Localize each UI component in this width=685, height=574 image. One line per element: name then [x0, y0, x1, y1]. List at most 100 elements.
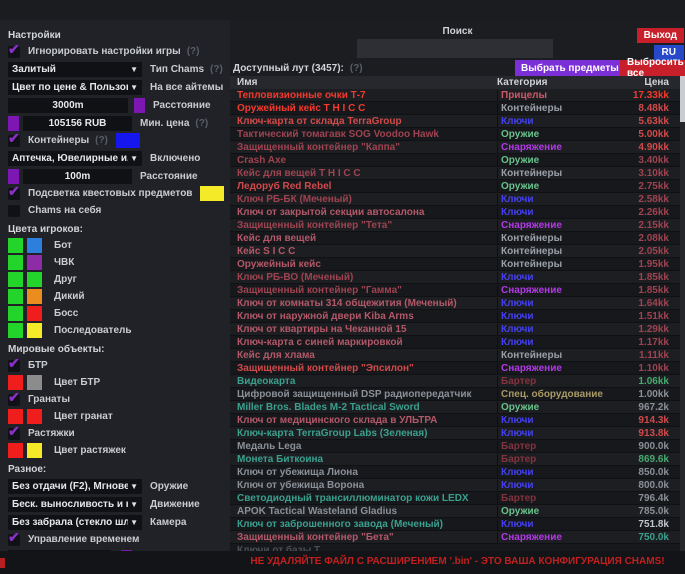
table-row[interactable]: Защищенный контейнер "Каппа" Снаряжение … [230, 141, 680, 154]
table-row[interactable]: Ключ от квартиры на Чеканной 15 Ключи 1.… [230, 323, 680, 336]
table-row[interactable]: APOK Tactical Wasteland Gladius Оружие 7… [230, 505, 680, 518]
min-price-row: 105156 RUB Мин. цена (?) [8, 114, 222, 132]
table-row[interactable]: Ключ от закрытой секции автосалона Ключи… [230, 206, 680, 219]
table-row[interactable]: Защищенный контейнер "Бета" Снаряжение 7… [230, 531, 680, 544]
help-icon[interactable]: (?) [195, 118, 208, 129]
quest-highlight-color-swatch[interactable] [200, 186, 224, 201]
table-row[interactable]: Ключ от убежища Ворона Ключи 800.0k [230, 479, 680, 492]
color-swatch[interactable] [8, 289, 23, 304]
table-row[interactable]: Ключ от заброшенного завода (Меченый) Кл… [230, 518, 680, 531]
player-color-row-friend: Друг [8, 271, 222, 288]
table-row[interactable]: Кейс S I C C Контейнеры 2.05kk [230, 245, 680, 258]
weapon-label: Оружие [150, 481, 188, 492]
color-swatch[interactable] [27, 238, 42, 253]
chams-type-dropdown[interactable]: Залитый ▼ [8, 62, 142, 77]
grenades-checkbox[interactable] [8, 394, 20, 406]
table-row[interactable]: Ключ от убежища Лиона Ключи 850.0k [230, 466, 680, 479]
table-row[interactable]: Кейс для хлама Контейнеры 1.11kk [230, 349, 680, 362]
containers-checkbox[interactable] [8, 135, 20, 147]
loot-distance-row: 100m Расстояние [8, 167, 222, 185]
table-row[interactable]: Оружейный кейс Контейнеры 1.95kk [230, 258, 680, 271]
column-header-price[interactable]: Цена [607, 77, 669, 88]
scrollbar-thumb[interactable] [680, 76, 685, 122]
exit-button[interactable]: Выход [637, 28, 684, 43]
color-swatch[interactable] [8, 238, 23, 253]
table-row[interactable]: Видеокарта Бартер 1.06kk [230, 375, 680, 388]
color-swatch[interactable] [8, 272, 23, 287]
color-swatch[interactable] [27, 409, 42, 424]
item-name: Кейс для вещей [230, 233, 497, 244]
table-row[interactable]: Ключ-карта с синей маркировкой Ключи 1.1… [230, 336, 680, 349]
drop-all-button[interactable]: Выбросить все [620, 60, 685, 76]
table-row[interactable]: Защищенный контейнер "Эпсилон" Снаряжени… [230, 362, 680, 375]
loot-table-scrollbar[interactable] [680, 76, 685, 551]
color-swatch[interactable] [8, 323, 23, 338]
quest-highlight-checkbox[interactable] [8, 188, 20, 200]
movement-dropdown[interactable]: Беск. выносливость и нет уста ▼ [8, 497, 142, 512]
item-price: 2.58kk [607, 194, 669, 205]
item-category: Ключи [497, 519, 607, 530]
table-row[interactable]: Ключ РБ-БК (Меченый) Ключи 2.58kk [230, 193, 680, 206]
table-row[interactable]: Ключ от медицинского склада в УЛЬТРА Клю… [230, 414, 680, 427]
table-row[interactable]: Тепловизионные очки Т-7 Прицелы 17.33kk [230, 89, 680, 102]
table-row[interactable]: Защищенный контейнер "Гамма" Снаряжение … [230, 284, 680, 297]
item-category: Контейнеры [497, 350, 607, 361]
table-row[interactable]: Тактический томагавк SOG Voodoo Hawk Ору… [230, 128, 680, 141]
table-row[interactable]: Цифровой защищенный DSP радиопередатчик … [230, 388, 680, 401]
search-input[interactable] [357, 39, 553, 58]
color-swatch[interactable] [27, 255, 42, 270]
tripwires-checkbox[interactable] [8, 428, 20, 440]
loot-filter-dropdown[interactable]: Аптечка, Ювелирные и... ▼ [8, 151, 142, 166]
color-swatch[interactable] [27, 323, 42, 338]
table-row[interactable]: Ключ от комнаты 314 общежития (Меченый) … [230, 297, 680, 310]
loot-distance-label: Расстояние [140, 171, 198, 182]
table-row[interactable]: Miller Bros. Blades M-2 Tactical Sword О… [230, 401, 680, 414]
color-swatch[interactable] [27, 306, 42, 321]
color-swatch[interactable] [8, 306, 23, 321]
table-row[interactable]: Медаль Lega Бартер 900.0k [230, 440, 680, 453]
containers-color-swatch[interactable] [116, 133, 140, 148]
help-icon[interactable]: (?) [350, 63, 363, 74]
table-row[interactable]: Ключ РБ-ВО (Меченый) Ключи 1.85kk [230, 271, 680, 284]
table-row[interactable]: Ключ-карта TerraGroup Labs (Зеленая) Клю… [230, 427, 680, 440]
btr-checkbox[interactable] [8, 360, 20, 372]
item-category: Спец. оборудование [497, 389, 607, 400]
table-row[interactable]: Монета Биткоина Бартер 869.6k [230, 453, 680, 466]
chams-distance-input[interactable]: 3000m [8, 98, 128, 113]
loot-distance-color-swatch[interactable] [8, 169, 19, 184]
ignore-game-settings-checkbox[interactable] [8, 46, 20, 58]
loot-distance-input[interactable]: 100m [23, 169, 132, 184]
min-price-color-swatch[interactable] [8, 116, 19, 131]
chams-self-checkbox[interactable] [8, 205, 20, 217]
time-control-checkbox[interactable] [8, 534, 20, 546]
color-swatch[interactable] [27, 375, 42, 390]
camera-dropdown[interactable]: Без забрала (стекло шлема) ▼ [8, 515, 142, 530]
table-row[interactable]: Ключ от наружной двери Kiba Arms Ключи 1… [230, 310, 680, 323]
help-icon[interactable]: (?) [95, 135, 108, 146]
color-swatch[interactable] [27, 289, 42, 304]
weapon-dropdown[interactable]: Без отдачи (F2), Мгновенное п ▼ [8, 479, 142, 494]
color-swatch[interactable] [27, 443, 42, 458]
color-swatch[interactable] [8, 443, 23, 458]
help-icon[interactable]: (?) [210, 64, 223, 75]
min-price-input[interactable]: 105156 RUB [23, 116, 132, 131]
item-category: Бартер [497, 441, 607, 452]
table-row[interactable]: Ключ-карта от склада TerraGroup Ключи 5.… [230, 115, 680, 128]
table-row[interactable]: Оружейный кейс T H I C C Контейнеры 8.48… [230, 102, 680, 115]
column-header-category[interactable]: Категория [497, 77, 607, 88]
color-swatch[interactable] [8, 255, 23, 270]
help-icon[interactable]: (?) [187, 46, 200, 57]
table-row[interactable]: Защищенный контейнер "Тета" Снаряжение 2… [230, 219, 680, 232]
price-color-mode-dropdown[interactable]: Цвет по цене & Пользователь ▼ [8, 80, 142, 95]
table-row[interactable]: Кейс для вещей T H I C C Контейнеры 3.10… [230, 167, 680, 180]
table-row[interactable]: Светодиодный трансиллюминатор кожи LEDX … [230, 492, 680, 505]
chams-distance-color-swatch[interactable] [134, 98, 145, 113]
color-swatch[interactable] [27, 272, 42, 287]
column-header-name[interactable]: Имя [230, 77, 497, 88]
min-price-label: Мин. цена [140, 118, 189, 129]
table-row[interactable]: Кейс для вещей Контейнеры 2.08kk [230, 232, 680, 245]
chams-distance-label: Расстояние [153, 100, 211, 111]
table-row[interactable]: Crash Axe Оружие 3.40kk [230, 154, 680, 167]
table-row[interactable]: Ключи от базы Т [230, 544, 680, 551]
table-row[interactable]: Ледоруб Red Rebel Оружие 2.75kk [230, 180, 680, 193]
